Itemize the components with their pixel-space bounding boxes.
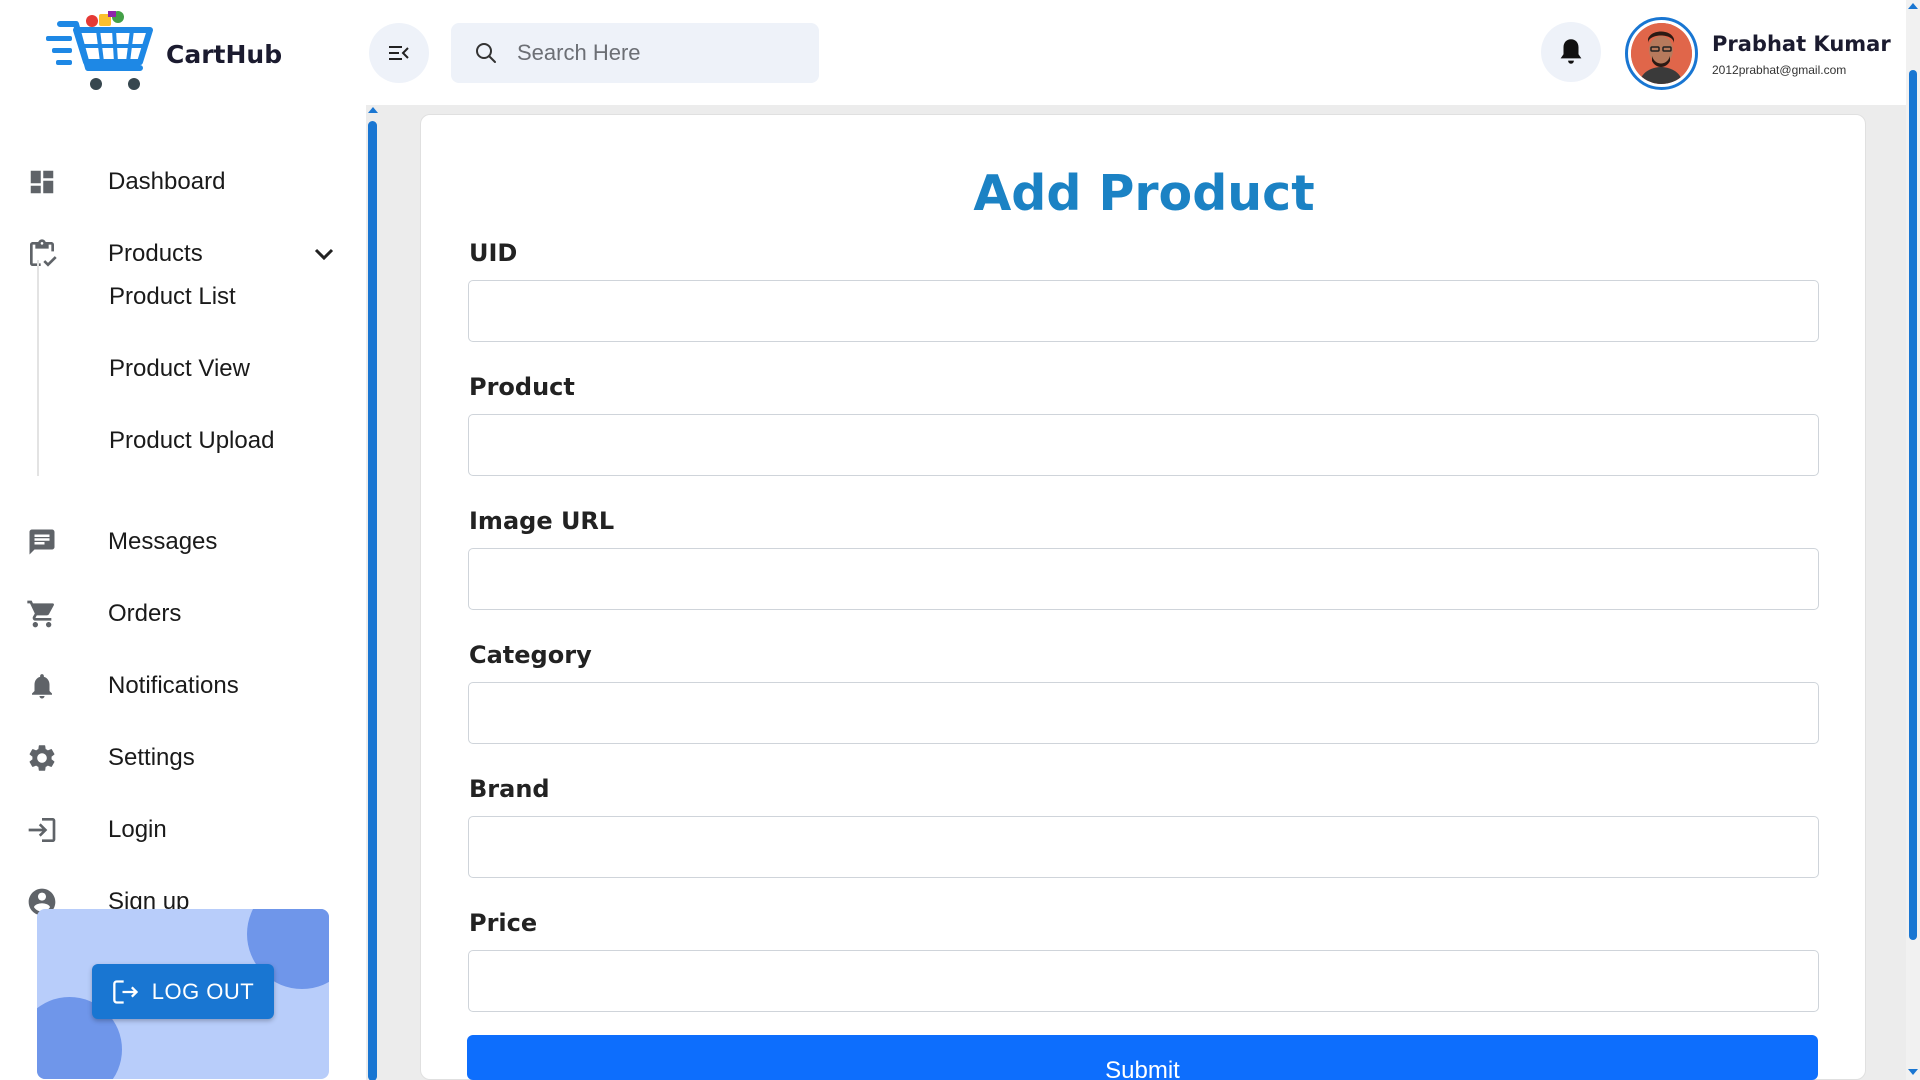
menu-toggle-button[interactable] <box>369 23 429 83</box>
uid-input[interactable] <box>468 280 1819 342</box>
notifications-button[interactable] <box>1541 22 1601 82</box>
submenu-item-product-list[interactable]: Product List <box>109 272 236 322</box>
search-box[interactable] <box>451 23 819 83</box>
chevron-down-icon[interactable] <box>310 240 338 268</box>
sidebar-item-label: Products <box>108 240 203 267</box>
scrollbar-thumb[interactable] <box>1909 70 1917 940</box>
sidebar-item-label: Notifications <box>108 672 239 699</box>
sidebar: Dashboard Products Product List Product … <box>0 105 366 1080</box>
image-url-input[interactable] <box>468 548 1819 610</box>
category-label: Category <box>469 641 592 669</box>
submenu-divider <box>37 260 39 476</box>
page-title: Add Product <box>973 165 1315 222</box>
sidebar-item-login[interactable]: Login <box>0 800 366 860</box>
brand-input[interactable] <box>468 816 1819 878</box>
avatar-image <box>1631 23 1692 84</box>
logout-icon <box>112 978 140 1006</box>
brand-label: Brand <box>469 775 550 803</box>
sidebar-item-label: Messages <box>108 528 218 555</box>
sidebar-item-label: Orders <box>108 600 182 627</box>
sidebar-item-orders[interactable]: Orders <box>0 584 366 644</box>
user-name: Prabhat Kumar <box>1712 32 1891 56</box>
search-icon <box>473 40 499 66</box>
sidebar-item-dashboard[interactable]: Dashboard <box>0 152 366 212</box>
page-scrollbar[interactable] <box>1906 0 1920 1080</box>
uid-label: UID <box>469 239 518 267</box>
carthub-logo-icon[interactable] <box>42 8 157 98</box>
price-label: Price <box>469 909 538 937</box>
sidebar-item-label: Settings <box>108 744 195 771</box>
scrollbar-thumb[interactable] <box>368 121 377 1080</box>
sidebar-item-label: Login <box>108 816 167 843</box>
menu-open-icon <box>389 46 409 60</box>
submenu-item-product-view[interactable]: Product View <box>109 344 250 394</box>
sidebar-item-settings[interactable]: Settings <box>0 728 366 788</box>
bell-icon <box>24 668 60 704</box>
image-url-label: Image URL <box>469 507 615 535</box>
user-avatar[interactable] <box>1625 17 1698 90</box>
sidebar-item-label: Dashboard <box>108 168 226 195</box>
product-label: Product <box>469 373 575 401</box>
top-header: CartHub Search Here Prabhat Kumar 2012pr… <box>0 0 1906 105</box>
message-icon <box>24 524 60 560</box>
clipboard-check-icon <box>24 236 60 272</box>
category-input[interactable] <box>468 682 1819 744</box>
product-input[interactable] <box>468 414 1819 476</box>
submenu-item-product-upload[interactable]: Product Upload <box>109 416 274 466</box>
gear-icon <box>24 740 60 776</box>
logout-label: LOG OUT <box>151 978 255 1004</box>
logout-button[interactable]: LOG OUT <box>92 964 274 1019</box>
scroll-down-arrow-icon[interactable] <box>1908 1069 1918 1075</box>
sidebar-item-messages[interactable]: Messages <box>0 512 366 572</box>
bell-icon <box>1560 39 1582 64</box>
submit-button[interactable]: Submit <box>467 1035 1818 1080</box>
search-input[interactable] <box>517 40 797 66</box>
add-product-card: Add Product UID Product Image URL Catego… <box>420 114 1866 1080</box>
user-email: 2012prabhat@gmail.com <box>1712 63 1847 77</box>
dashboard-icon <box>24 164 60 200</box>
sidebar-scrollbar[interactable] <box>366 105 378 1080</box>
logout-card: LOG OUT <box>37 909 329 1079</box>
scroll-up-arrow-icon[interactable] <box>368 107 378 113</box>
sidebar-item-notifications[interactable]: Notifications <box>0 656 366 716</box>
price-input[interactable] <box>468 950 1819 1012</box>
brand-name: CartHub <box>166 40 283 69</box>
login-icon <box>24 812 60 848</box>
scroll-up-arrow-icon[interactable] <box>1908 3 1918 9</box>
cart-icon <box>24 596 60 632</box>
